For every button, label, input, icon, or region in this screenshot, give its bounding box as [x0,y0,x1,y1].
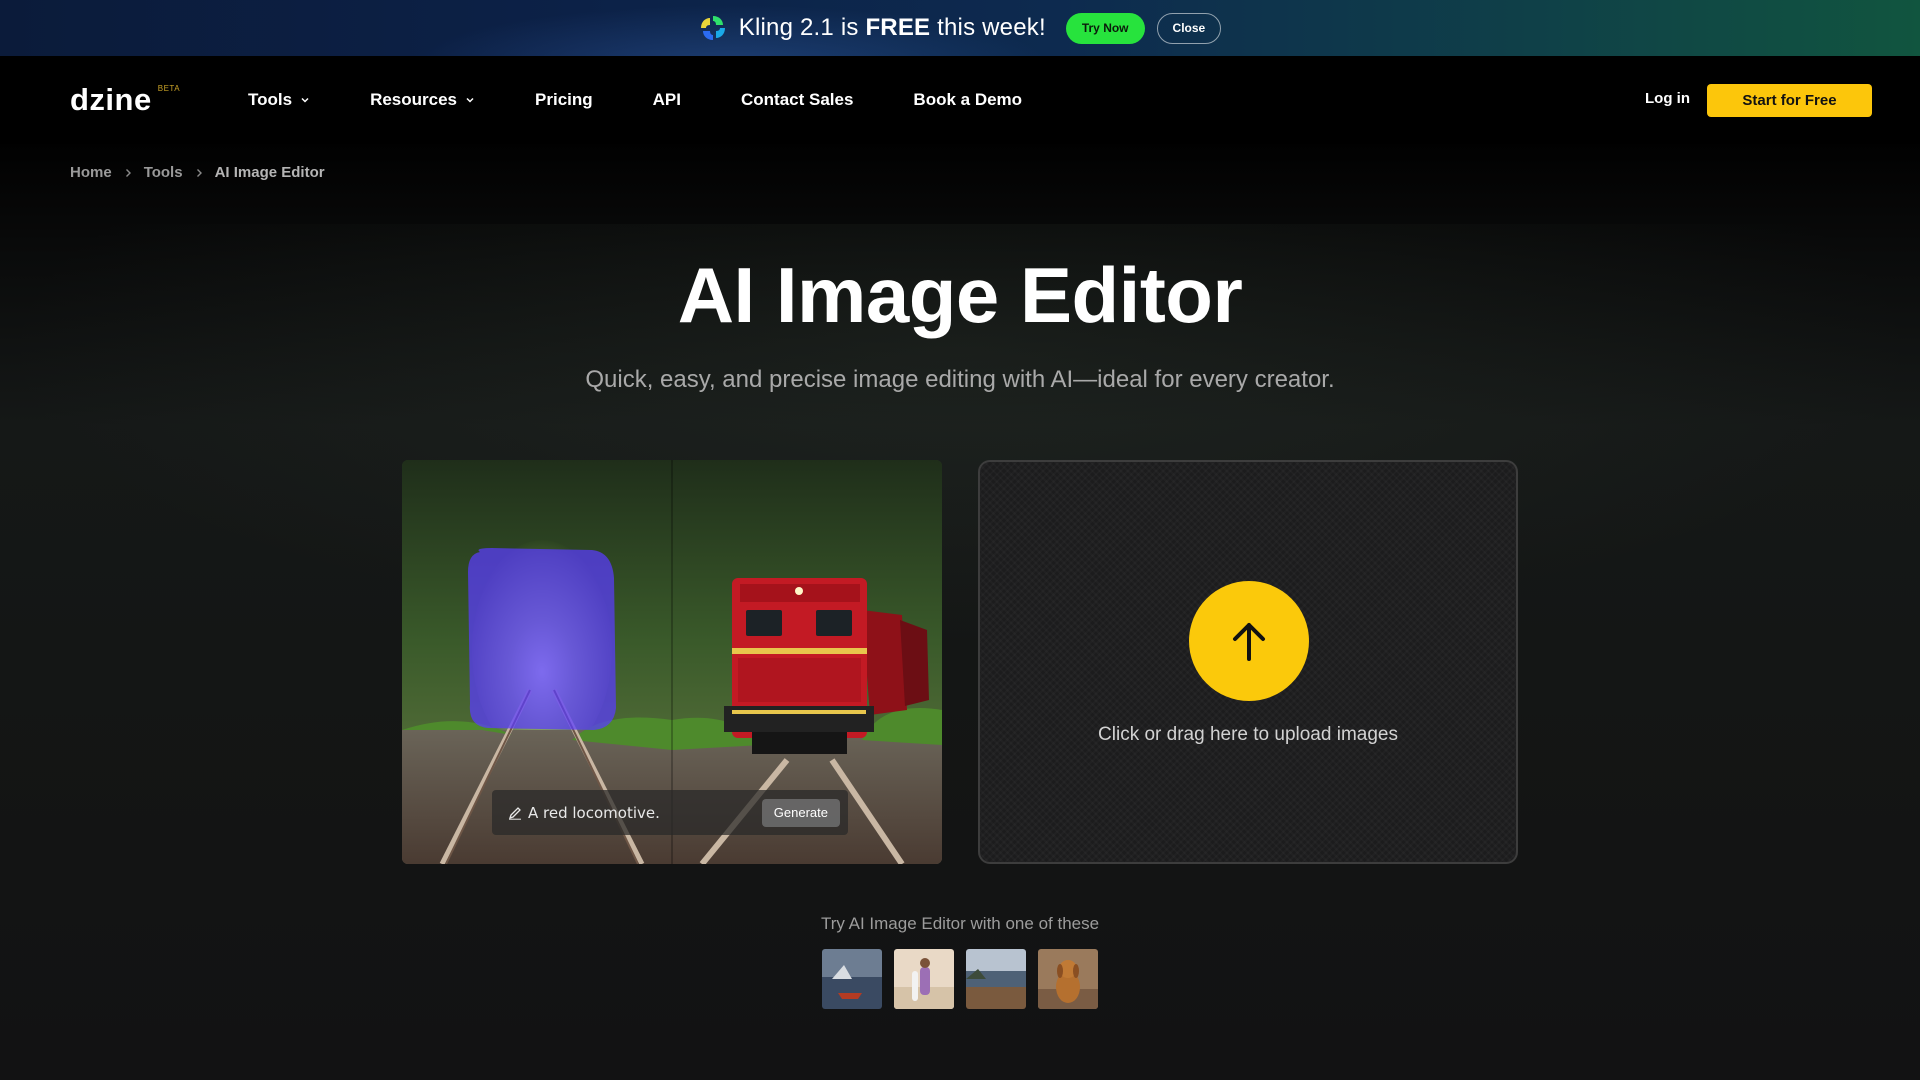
logo-text: dzine [70,82,152,117]
arrow-up-icon [1233,623,1265,661]
nav-item-book-demo[interactable]: Book a Demo [913,90,1022,110]
nav-item-resources[interactable]: Resources [370,90,475,110]
breadcrumb-current: AI Image Editor [214,164,325,181]
chevron-down-icon [301,97,309,103]
login-link[interactable]: Log in [1645,90,1690,107]
generate-button: Generate [761,798,840,827]
nav-item-contact-sales[interactable]: Contact Sales [741,90,853,110]
top-nav: dzine BETA Tools Resources Pricing API C… [0,56,1920,144]
nav-item-api[interactable]: API [653,90,681,110]
prompt-bar: A red locomotive. Generate [492,790,848,835]
sample-boat-on-sea[interactable] [822,949,882,1009]
start-for-free-button[interactable]: Start for Free [1707,84,1872,117]
kling-logo-icon [700,16,725,40]
promo-content: Kling 2.1 is FREE this week! Try Now Clo… [699,12,1222,44]
chevron-down-icon [466,97,474,103]
close-promo-button[interactable]: Close [1156,12,1222,44]
page-title: AI Image Editor [677,251,1243,339]
upload-instructions: Click or drag here to upload images [1098,724,1398,745]
nav-item-tools[interactable]: Tools [248,90,310,110]
promo-text: Kling 2.1 is FREE this week! [738,14,1046,41]
try-now-button[interactable]: Try Now [1065,12,1145,44]
beta-badge: BETA [157,84,181,93]
sample-surfer-on-beach[interactable] [894,949,954,1009]
chevron-right-icon [196,168,202,177]
nav-item-label: Resources [370,90,458,109]
nav-item-pricing[interactable]: Pricing [535,90,593,110]
pen-icon [508,806,521,820]
nav-item-label: Tools [248,90,293,109]
sample-coast-landscape[interactable] [966,949,1026,1009]
sample-dog-portrait[interactable] [1038,949,1098,1009]
nav-links: Tools Resources Pricing API Contact Sale… [248,90,1022,110]
chevron-right-icon [125,168,131,177]
page-subtitle: Quick, easy, and precise image editing w… [585,366,1335,393]
sample-images [822,949,1098,1009]
breadcrumb: Home Tools AI Image Editor [70,164,325,181]
dzine-logo[interactable]: dzine BETA [70,84,180,115]
demo-before-after-image: A red locomotive. Generate [402,460,942,864]
upload-dropzone[interactable]: Click or drag here to upload images [978,460,1518,864]
breadcrumb-home[interactable]: Home [70,164,112,181]
breadcrumb-tools[interactable]: Tools [144,164,183,181]
samples-label: Try AI Image Editor with one of these [820,914,1100,933]
upload-button[interactable] [1189,581,1309,701]
promo-banner: Kling 2.1 is FREE this week! Try Now Clo… [0,0,1920,56]
prompt-text: A red locomotive. [528,803,660,822]
